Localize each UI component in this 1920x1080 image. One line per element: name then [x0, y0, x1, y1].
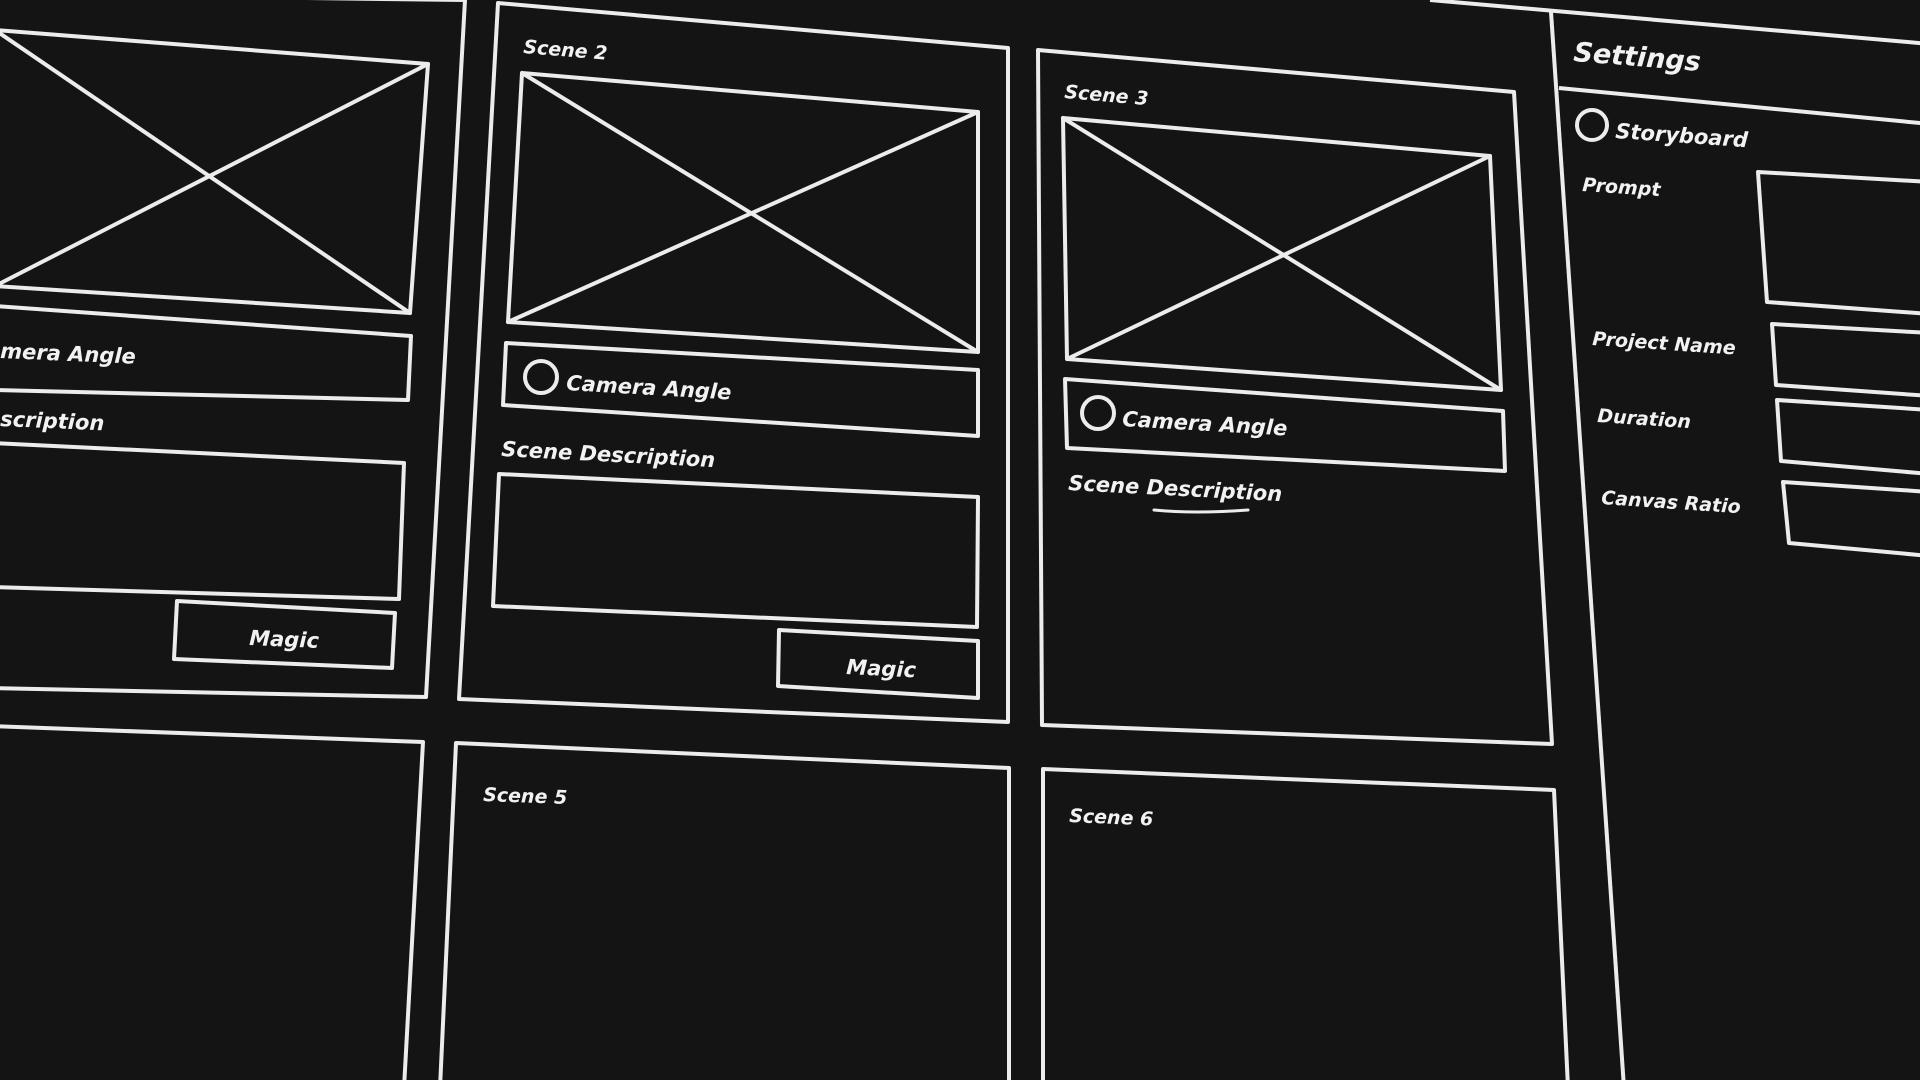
scene-2-magic-label: Magic: [846, 655, 917, 682]
scene-2-description-input[interactable]: [491, 472, 980, 629]
scene-3-camera-radio-icon[interactable]: [1080, 395, 1116, 431]
settings-panel: Settings Storyboard Prompt Project Name …: [1429, 0, 1920, 1080]
scene-2-camera-angle-label: Camera Angle: [566, 371, 732, 404]
scene-2-title: Scene 2: [523, 36, 609, 65]
project-name-input[interactable]: [1770, 322, 1920, 398]
scene-card-4-frame: [0, 724, 425, 1080]
scene-card-3: Scene 3 Camera Angle Scene Description: [1036, 48, 1554, 746]
scene-card-4: [0, 724, 425, 1080]
placeholder-cross-line: [0, 30, 412, 315]
scene-2-camera-radio-icon[interactable]: [523, 359, 559, 395]
scene-1-description-label: scription: [0, 407, 105, 435]
prompt-label: Prompt: [1582, 174, 1662, 201]
scene-5-title: Scene 5: [483, 784, 568, 809]
settings-header-divider: [1558, 86, 1920, 126]
scene-card-5: Scene 5: [438, 741, 1011, 1080]
duration-label: Duration: [1597, 405, 1692, 433]
storyboard-wireframe: mera Angle scription Magic Scene 2 Camer…: [0, 0, 1920, 1080]
scene-3-title: Scene 3: [1064, 81, 1150, 110]
scene-card-2: Scene 2 Camera Angle Scene Description M…: [457, 1, 1010, 724]
project-name-label: Project Name: [1592, 328, 1737, 359]
placeholder-cross-line: [0, 62, 430, 286]
placeholder-cross-line: [506, 110, 980, 324]
scene-1-description-input[interactable]: [0, 441, 406, 601]
text-cursor-stroke: [1152, 508, 1250, 514]
scene-1-camera-angle-label: mera Angle: [0, 339, 136, 369]
scene-3-camera-angle-label: Camera Angle: [1122, 407, 1288, 440]
settings-panel-top-edge: [1429, 0, 1920, 46]
storyboard-radio-icon[interactable]: [1575, 108, 1609, 142]
duration-input[interactable]: [1775, 398, 1920, 476]
prompt-input[interactable]: [1756, 170, 1920, 316]
scene-1-magic-label: Magic: [249, 626, 320, 653]
storyboard-canvas: mera Angle scription Magic Scene 2 Camer…: [0, 0, 1920, 1080]
canvas-ratio-label: Canvas Ratio: [1601, 487, 1742, 518]
scene-6-title: Scene 6: [1069, 805, 1154, 831]
settings-title: Settings: [1572, 37, 1701, 78]
placeholder-cross-line: [1065, 154, 1492, 361]
scene-card-6: Scene 6: [1041, 767, 1570, 1080]
storyboard-option-label: Storyboard: [1615, 119, 1750, 152]
canvas-ratio-input[interactable]: [1781, 480, 1920, 558]
scene-3-description-label: Scene Description: [1068, 471, 1283, 506]
scene-2-description-label: Scene Description: [501, 437, 716, 472]
scene-card-1: mera Angle scription Magic: [0, 0, 467, 699]
